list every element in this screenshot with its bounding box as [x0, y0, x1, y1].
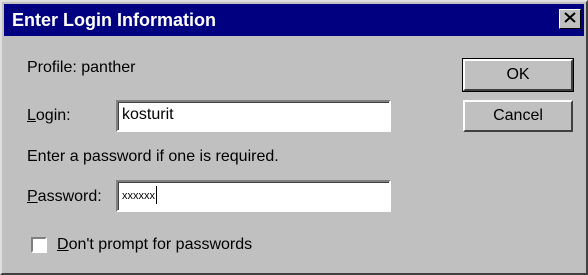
password-label-access-key: P [27, 188, 38, 205]
login-dialog: Enter Login Information Profile: panther… [0, 0, 588, 275]
password-label: Password: [27, 188, 102, 206]
ok-button-label: OK [506, 66, 530, 83]
close-icon [564, 10, 576, 28]
dont-prompt-label-access-key: D [57, 236, 69, 253]
dont-prompt-checkbox[interactable] [31, 237, 47, 253]
dont-prompt-label-rest: on't prompt for passwords [68, 236, 253, 253]
login-label: Login: [27, 107, 71, 125]
dont-prompt-label[interactable]: Don't prompt for passwords [57, 236, 252, 254]
password-label-rest: assword: [37, 188, 102, 205]
login-input-value: kosturit [122, 106, 174, 123]
login-label-access-key: L [27, 107, 36, 124]
close-button[interactable] [559, 9, 581, 29]
login-label-rest: ogin: [35, 107, 71, 124]
cancel-button[interactable]: Cancel [463, 100, 573, 132]
password-hint: Enter a password if one is required. [27, 148, 279, 165]
title-bar[interactable]: Enter Login Information [4, 4, 584, 36]
cancel-button-label: Cancel [493, 107, 543, 124]
profile-label: Profile: panther [27, 59, 136, 76]
ok-button[interactable]: OK [462, 58, 574, 92]
password-input-value: xxxxxx [122, 190, 155, 202]
text-caret [156, 186, 157, 204]
password-input[interactable]: xxxxxx [116, 180, 391, 212]
login-input[interactable]: kosturit [116, 100, 391, 132]
dialog-title: Enter Login Information [12, 10, 216, 30]
